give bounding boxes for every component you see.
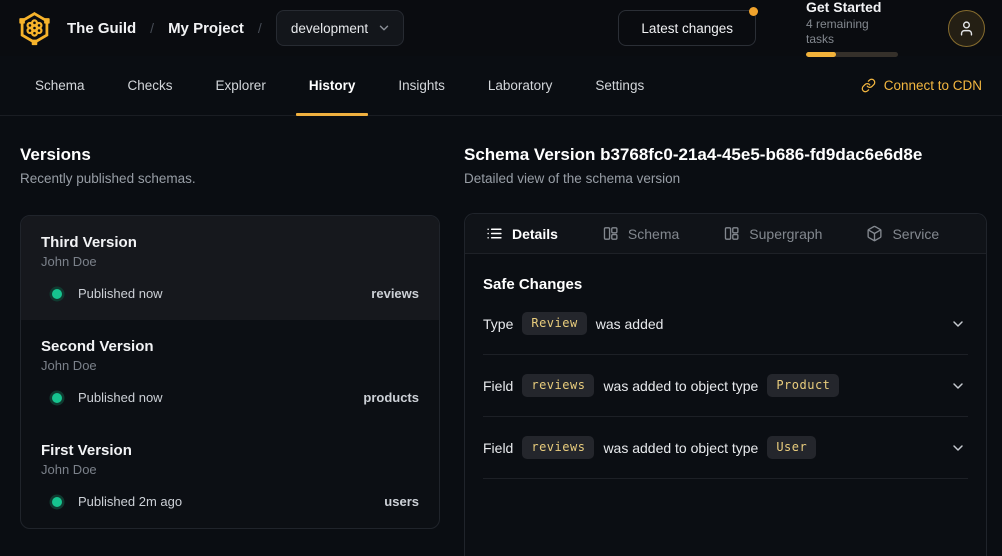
published-status-icon bbox=[52, 497, 62, 507]
breadcrumb-separator: / bbox=[150, 20, 154, 36]
link-icon bbox=[861, 78, 876, 93]
version-list-item[interactable]: First Version John Doe Published 2m ago … bbox=[21, 424, 439, 528]
change-row[interactable]: Type Review was added bbox=[483, 293, 968, 355]
cube-icon bbox=[866, 225, 883, 242]
versions-panel: Versions Recently published schemas. Thi… bbox=[20, 144, 440, 556]
version-title: Third Version bbox=[41, 233, 419, 252]
nav-right: Connect to CDN bbox=[657, 56, 982, 115]
change-suffix: was added bbox=[596, 316, 664, 332]
detail-body: Safe Changes Type Review was added Field… bbox=[465, 276, 986, 479]
version-list-item[interactable]: Third Version John Doe Published now rev… bbox=[21, 216, 439, 320]
version-title: Second Version bbox=[41, 337, 419, 356]
avatar[interactable] bbox=[948, 10, 985, 47]
change-code-chip: Review bbox=[522, 312, 586, 335]
notification-dot bbox=[749, 7, 758, 16]
detail-tabs: Details Schema bbox=[465, 214, 986, 254]
version-status: Published now bbox=[78, 390, 163, 405]
versions-title: Versions bbox=[20, 144, 440, 165]
tab-schema[interactable]: Schema bbox=[22, 56, 98, 115]
version-author: John Doe bbox=[41, 462, 419, 478]
tab-supergraph-label: Supergraph bbox=[749, 226, 822, 242]
target-select-value: development bbox=[291, 21, 368, 36]
app-header: The Guild / My Project / development Lat… bbox=[0, 0, 1002, 56]
user-icon bbox=[958, 20, 975, 37]
version-author: John Doe bbox=[41, 254, 419, 270]
safe-changes-title: Safe Changes bbox=[483, 276, 968, 293]
chevron-down-icon[interactable] bbox=[950, 316, 966, 332]
change-code-chip: reviews bbox=[522, 374, 594, 397]
schema-version-title: Schema Version b3768fc0-21a4-45e5-b686-f… bbox=[464, 144, 987, 165]
change-description: Type Review was added bbox=[483, 312, 663, 335]
get-started-subtitle: 4 remaining tasks bbox=[806, 17, 898, 47]
tab-supergraph[interactable]: Supergraph bbox=[723, 225, 822, 242]
chevron-down-icon[interactable] bbox=[950, 378, 966, 394]
project-nav: Schema Checks Explorer History Insights … bbox=[0, 56, 1002, 116]
change-code-chip: reviews bbox=[522, 436, 594, 459]
panels-icon bbox=[602, 225, 619, 242]
tab-history[interactable]: History bbox=[296, 56, 369, 115]
tab-checks[interactable]: Checks bbox=[115, 56, 186, 115]
version-title: First Version bbox=[41, 441, 419, 460]
change-prefix: Type bbox=[483, 316, 513, 332]
version-service-tag: reviews bbox=[371, 286, 419, 301]
version-status: Published now bbox=[78, 286, 163, 301]
change-code-chip: Product bbox=[767, 374, 839, 397]
published-status-icon bbox=[52, 289, 62, 299]
breadcrumb-org-link[interactable]: The Guild bbox=[67, 20, 136, 37]
connect-to-cdn-link[interactable]: Connect to CDN bbox=[861, 78, 982, 93]
change-prefix: Field bbox=[483, 378, 513, 394]
version-service-tag: users bbox=[384, 494, 419, 509]
chevron-down-icon[interactable] bbox=[950, 440, 966, 456]
tab-schema-view[interactable]: Schema bbox=[602, 225, 679, 242]
schema-version-subtitle: Detailed view of the schema version bbox=[464, 170, 987, 187]
connect-to-cdn-label: Connect to CDN bbox=[884, 78, 982, 93]
hive-logo-icon[interactable] bbox=[16, 8, 53, 48]
change-middle: was added to object type bbox=[603, 378, 758, 394]
schema-version-panel: Schema Version b3768fc0-21a4-45e5-b686-f… bbox=[464, 144, 987, 556]
tab-details-label: Details bbox=[512, 226, 558, 242]
tab-service[interactable]: Service bbox=[866, 225, 939, 242]
target-select[interactable]: development bbox=[276, 10, 404, 46]
breadcrumb-project-link[interactable]: My Project bbox=[168, 20, 244, 37]
change-code-chip: User bbox=[767, 436, 816, 459]
breadcrumb: The Guild / My Project / bbox=[67, 20, 262, 37]
change-description: Field reviews was added to object type U… bbox=[483, 436, 816, 459]
versions-subtitle: Recently published schemas. bbox=[20, 170, 440, 187]
tab-laboratory[interactable]: Laboratory bbox=[475, 56, 566, 115]
version-service-tag: products bbox=[363, 390, 419, 405]
schema-version-card: Details Schema bbox=[464, 213, 987, 556]
version-author: John Doe bbox=[41, 358, 419, 374]
change-description: Field reviews was added to object type P… bbox=[483, 374, 839, 397]
latest-changes-button[interactable]: Latest changes bbox=[618, 10, 756, 46]
versions-list: Third Version John Doe Published now rev… bbox=[20, 215, 440, 529]
breadcrumb-separator: / bbox=[258, 20, 262, 36]
tab-settings[interactable]: Settings bbox=[582, 56, 657, 115]
tab-explorer[interactable]: Explorer bbox=[203, 56, 279, 115]
get-started-title: Get Started bbox=[806, 0, 898, 16]
list-icon bbox=[486, 225, 503, 242]
change-middle: was added to object type bbox=[603, 440, 758, 456]
version-list-item[interactable]: Second Version John Doe Published now pr… bbox=[21, 320, 439, 424]
change-row[interactable]: Field reviews was added to object type U… bbox=[483, 417, 968, 479]
version-status: Published 2m ago bbox=[78, 494, 182, 509]
panels-icon bbox=[723, 225, 740, 242]
change-row[interactable]: Field reviews was added to object type P… bbox=[483, 355, 968, 417]
tab-service-label: Service bbox=[892, 226, 939, 242]
nav-tabs: Schema Checks Explorer History Insights … bbox=[22, 56, 657, 115]
chevron-down-icon bbox=[377, 21, 391, 35]
tab-insights[interactable]: Insights bbox=[385, 56, 458, 115]
published-status-icon bbox=[52, 393, 62, 403]
change-prefix: Field bbox=[483, 440, 513, 456]
get-started-widget[interactable]: Get Started 4 remaining tasks bbox=[806, 0, 898, 57]
tab-details[interactable]: Details bbox=[486, 225, 558, 242]
main-content: Versions Recently published schemas. Thi… bbox=[0, 116, 1002, 556]
tab-schema-view-label: Schema bbox=[628, 226, 679, 242]
latest-changes-label: Latest changes bbox=[641, 21, 733, 36]
